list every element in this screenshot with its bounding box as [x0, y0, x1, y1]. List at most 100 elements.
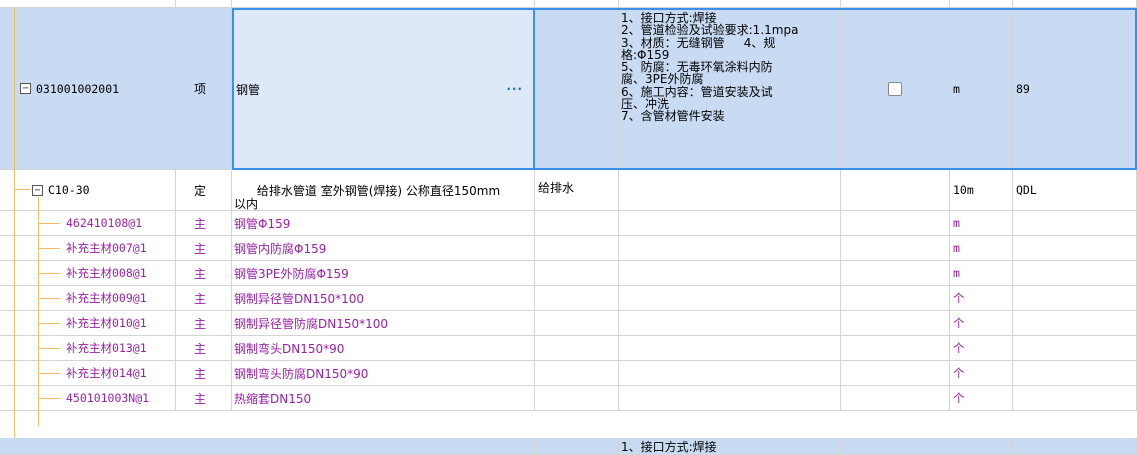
empty-cell[interactable] — [841, 211, 950, 236]
code-cell[interactable]: − C10-30 — [0, 170, 176, 211]
empty-cell[interactable] — [535, 361, 619, 386]
unit-cell[interactable]: 个 — [950, 336, 1013, 361]
name-cell[interactable]: 钢管Φ159 — [232, 211, 535, 236]
empty-cell[interactable] — [1013, 311, 1137, 336]
empty-cell[interactable] — [1013, 336, 1137, 361]
code-cell[interactable]: 补充主材010@1 — [0, 311, 176, 336]
material-name: 钢制弯头DN150*90 — [234, 341, 345, 356]
type-cell[interactable]: 主 — [176, 311, 232, 336]
type-cell[interactable]: 主 — [176, 386, 232, 411]
empty-cell[interactable] — [535, 336, 619, 361]
empty-cell[interactable] — [1013, 236, 1137, 261]
name-cell[interactable]: 钢制异径管防腐DN150*100 — [232, 311, 535, 336]
unit-cell[interactable]: m — [950, 211, 1013, 236]
unit-cell[interactable]: m — [950, 8, 1013, 170]
checkbox-cell[interactable] — [841, 8, 950, 170]
unit-cell[interactable]: 10m — [950, 170, 1013, 211]
empty-cell[interactable] — [619, 236, 841, 261]
name-cell[interactable]: 钢管内防腐Φ159 — [232, 236, 535, 261]
specialty-cell[interactable] — [535, 8, 619, 170]
type-cell[interactable]: 主 — [176, 361, 232, 386]
type-cell[interactable]: 主 — [176, 236, 232, 261]
empty-cell[interactable] — [535, 236, 619, 261]
empty-cell[interactable] — [841, 236, 950, 261]
item-unit: m — [953, 81, 960, 96]
code-cell[interactable]: 补充主材007@1 — [0, 236, 176, 261]
name-cell[interactable]: 钢管3PE外防腐Φ159 — [232, 261, 535, 286]
table-row-material[interactable]: 补充主材014@1 主 钢制弯头防腐DN150*90 个 — [0, 361, 1137, 386]
empty-cell[interactable] — [1013, 261, 1137, 286]
code-cell[interactable]: 补充主材014@1 — [0, 361, 176, 386]
name-cell[interactable]: 热缩套DN150 — [232, 386, 535, 411]
table-row-bill-item[interactable]: − 031001002001 项 钢管 ··· 1、接口方式:焊接 2、管道检验… — [0, 8, 1137, 170]
features-cell[interactable]: 1、接口方式:焊接 2、管道检验及试验要求:1.1mpa 3、材质：无缝钢管 4… — [619, 8, 841, 170]
empty-cell[interactable] — [1013, 361, 1137, 386]
empty-cell[interactable] — [841, 311, 950, 336]
unit-cell[interactable]: m — [950, 236, 1013, 261]
name-cell[interactable]: 给排水管道 室外钢管(焊接) 公称直径150mm 以内 — [232, 170, 535, 211]
empty-cell[interactable] — [535, 311, 619, 336]
collapse-icon[interactable]: − — [20, 83, 31, 94]
code-cell[interactable]: 补充主材009@1 — [0, 286, 176, 311]
type-cell[interactable]: 项 — [176, 8, 232, 170]
empty-cell[interactable] — [619, 261, 841, 286]
empty-cell[interactable] — [535, 386, 619, 411]
table-row-material[interactable]: 补充主材013@1 主 钢制弯头DN150*90 个 — [0, 336, 1137, 361]
unit-cell[interactable]: 个 — [950, 361, 1013, 386]
bill-of-quantities-grid: − 031001002001 项 钢管 ··· 1、接口方式:焊接 2、管道检验… — [0, 0, 1137, 455]
table-row-material[interactable]: 补充主材007@1 主 钢管内防腐Φ159 m — [0, 236, 1137, 261]
empty-cell[interactable] — [1013, 286, 1137, 311]
name-cell[interactable]: 钢制弯头DN150*90 — [232, 336, 535, 361]
name-cell[interactable]: 钢制异径管DN150*100 — [232, 286, 535, 311]
empty-cell[interactable] — [619, 336, 841, 361]
code-cell[interactable]: 462410108@1 — [0, 211, 176, 236]
empty-cell[interactable] — [535, 261, 619, 286]
type-cell[interactable]: 主 — [176, 261, 232, 286]
empty-cell[interactable] — [535, 286, 619, 311]
empty-cell[interactable] — [1013, 386, 1137, 411]
name-cell-editing[interactable]: 钢管 ··· — [232, 8, 535, 170]
empty-cell[interactable] — [535, 211, 619, 236]
table-row-material[interactable]: 462410108@1 主 钢管Φ159 m — [0, 211, 1137, 236]
more-button[interactable]: ··· — [506, 82, 523, 96]
type-cell[interactable]: 主 — [176, 286, 232, 311]
unit-cell[interactable]: 个 — [950, 286, 1013, 311]
features-cell[interactable] — [619, 170, 841, 211]
empty-cell[interactable] — [841, 286, 950, 311]
quantity-cell[interactable]: QDL — [1013, 170, 1137, 211]
table-row-material[interactable]: 补充主材008@1 主 钢管3PE外防腐Φ159 m — [0, 261, 1137, 286]
quota-specialty: 给排水 — [538, 181, 575, 195]
table-row-material[interactable]: 补充主材009@1 主 钢制异径管DN150*100 个 — [0, 286, 1137, 311]
code-cell[interactable]: 450101003N@1 — [0, 386, 176, 411]
type-cell[interactable]: 主 — [176, 211, 232, 236]
empty-cell[interactable] — [841, 361, 950, 386]
empty-cell[interactable] — [1013, 211, 1137, 236]
table-row-material[interactable]: 450101003N@1 主 热缩套DN150 个 — [0, 386, 1137, 411]
unit-cell[interactable]: m — [950, 261, 1013, 286]
type-cell[interactable]: 定 — [176, 170, 232, 211]
unit-cell[interactable]: 个 — [950, 311, 1013, 336]
empty-cell[interactable] — [619, 211, 841, 236]
item-checkbox[interactable] — [888, 81, 902, 96]
checkbox-cell[interactable] — [841, 170, 950, 211]
specialty-cell[interactable]: 给排水 — [535, 170, 619, 211]
unit-cell[interactable]: 个 — [950, 386, 1013, 411]
table-row-material[interactable]: 补充主材010@1 主 钢制异径管防腐DN150*100 个 — [0, 311, 1137, 336]
empty-cell[interactable] — [619, 311, 841, 336]
collapse-icon[interactable]: − — [32, 184, 43, 196]
code-cell[interactable]: − 031001002001 — [0, 8, 176, 170]
code-cell[interactable]: 补充主材008@1 — [0, 261, 176, 286]
empty-cell[interactable] — [841, 261, 950, 286]
type-cell[interactable]: 主 — [176, 336, 232, 361]
empty-cell[interactable] — [619, 361, 841, 386]
table-row-quota[interactable]: − C10-30 定 给排水管道 室外钢管(焊接) 公称直径150mm 以内 给… — [0, 170, 1137, 211]
quantity-cell[interactable]: 89 — [1013, 8, 1137, 170]
features-cell[interactable]: 1、接口方式:焊接 — [619, 438, 841, 455]
empty-cell[interactable] — [619, 386, 841, 411]
empty-cell[interactable] — [619, 286, 841, 311]
table-row-next[interactable]: 1、接口方式:焊接 — [0, 438, 1137, 455]
code-cell[interactable]: 补充主材013@1 — [0, 336, 176, 361]
name-cell[interactable]: 钢制弯头防腐DN150*90 — [232, 361, 535, 386]
empty-cell[interactable] — [841, 336, 950, 361]
empty-cell[interactable] — [841, 386, 950, 411]
